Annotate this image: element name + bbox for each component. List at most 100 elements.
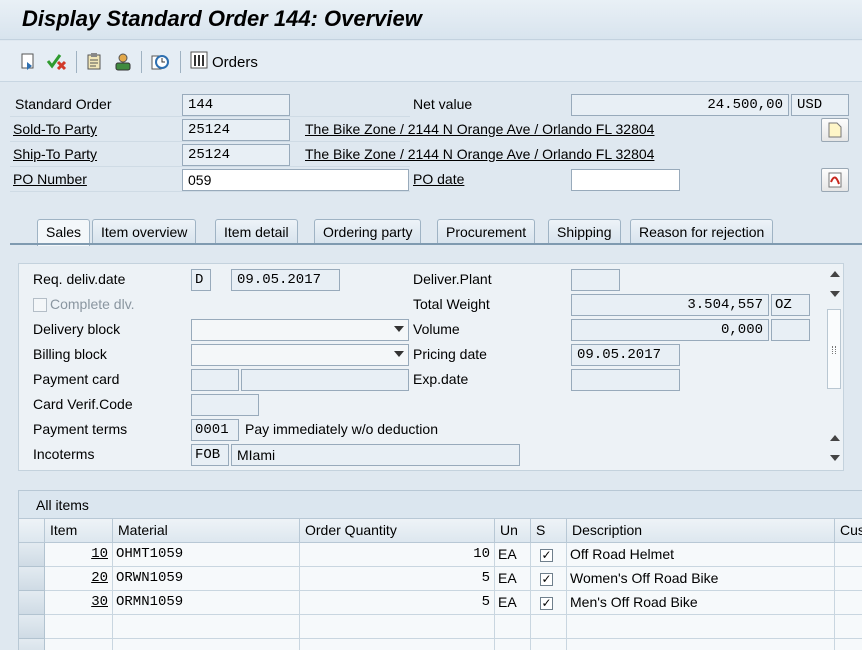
column-header-material[interactable]: Material	[113, 519, 300, 543]
complete-dlv-checkbox[interactable]	[33, 298, 47, 312]
req-deliv-date-field[interactable]: 09.05.2017	[231, 269, 340, 291]
tab-shipping[interactable]: Shipping	[548, 219, 621, 244]
pdf-button[interactable]	[821, 168, 849, 192]
ship-to-address-link[interactable]: The Bike Zone / 2144 N Orange Ave / Orla…	[305, 146, 654, 162]
table-cell-unit[interactable]: EA	[495, 543, 531, 567]
table-cell-empty[interactable]	[300, 615, 495, 639]
table-cell-empty[interactable]	[567, 639, 835, 650]
tab-reason-for-rejection[interactable]: Reason for rejection	[630, 219, 774, 244]
ship-to-party-field[interactable]: 25124	[182, 144, 290, 166]
select-all-header[interactable]	[19, 519, 45, 543]
table-cell-empty[interactable]	[45, 615, 113, 639]
table-cell-order-quantity[interactable]: 5	[300, 591, 495, 615]
table-cell-empty[interactable]	[495, 639, 531, 650]
table-cell-item[interactable]: 30	[45, 591, 113, 615]
sold-to-address-link[interactable]: The Bike Zone / 2144 N Orange Ave / Orla…	[305, 121, 654, 137]
table-cell-customer[interactable]	[835, 567, 862, 591]
billing-block-dropdown[interactable]	[191, 344, 409, 366]
column-header-unit[interactable]: Un	[495, 519, 531, 543]
table-cell-unit[interactable]: EA	[495, 567, 531, 591]
pricing-date-field[interactable]: 09.05.2017	[571, 344, 680, 366]
table-cell-empty[interactable]	[113, 615, 300, 639]
tab-item-detail[interactable]: Item detail	[215, 219, 298, 244]
po-date-field[interactable]	[571, 169, 680, 191]
table-cell-customer[interactable]	[835, 591, 862, 615]
scroll-thumb[interactable]	[827, 309, 841, 389]
total-weight-field[interactable]: 3.504,557	[571, 294, 769, 316]
req-deliv-date-unit-field[interactable]: D	[191, 269, 211, 291]
scroll-up-icon[interactable]	[830, 435, 840, 441]
tab-procurement[interactable]: Procurement	[437, 219, 536, 244]
po-date-label[interactable]: PO date	[413, 171, 464, 187]
table-cell-empty[interactable]	[835, 615, 862, 639]
po-number-label[interactable]: PO Number	[13, 171, 87, 187]
card-verif-code-field[interactable]	[191, 394, 259, 416]
panel-scrollbar[interactable]	[826, 265, 842, 469]
row-selector[interactable]	[19, 615, 45, 639]
table-cell-material[interactable]: ORWN1059	[113, 567, 300, 591]
table-cell-unit[interactable]: EA	[495, 591, 531, 615]
incoterms-code-field[interactable]: FOB	[191, 444, 229, 466]
row-selector[interactable]	[19, 567, 45, 591]
table-cell-empty[interactable]	[300, 639, 495, 650]
volume-field[interactable]: 0,000	[571, 319, 769, 341]
checkbox-checked-icon[interactable]: ✓	[540, 549, 553, 562]
ship-to-party-label[interactable]: Ship-To Party	[13, 146, 97, 162]
table-cell-material[interactable]: ORMN1059	[113, 591, 300, 615]
table-cell-s[interactable]: ✓	[531, 591, 567, 615]
tab-item-overview[interactable]: Item overview	[92, 219, 197, 244]
table-cell-item[interactable]: 10	[45, 543, 113, 567]
standard-order-field[interactable]: 144	[182, 94, 290, 116]
table-cell-s[interactable]: ✓	[531, 567, 567, 591]
table-cell-empty[interactable]	[531, 639, 567, 650]
net-value-field[interactable]: 24.500,00	[571, 94, 789, 116]
delivery-block-dropdown[interactable]	[191, 319, 409, 341]
checkbox-checked-icon[interactable]: ✓	[540, 573, 553, 586]
row-selector[interactable]	[19, 543, 45, 567]
column-header-item[interactable]: Item	[45, 519, 113, 543]
total-weight-unit-field[interactable]: OZ	[771, 294, 810, 316]
checkbox-checked-icon[interactable]: ✓	[540, 597, 553, 610]
document-icon[interactable]	[84, 51, 106, 73]
table-cell-empty[interactable]	[835, 639, 862, 650]
document-note-button[interactable]	[821, 118, 849, 142]
sold-to-party-field[interactable]: 25124	[182, 119, 290, 141]
person-icon[interactable]	[112, 51, 134, 73]
sold-to-party-label[interactable]: Sold-To Party	[13, 121, 97, 137]
table-cell-empty[interactable]	[113, 639, 300, 650]
check-cancel-icon[interactable]	[46, 51, 68, 73]
column-header-s[interactable]: S	[531, 519, 567, 543]
row-selector[interactable]	[19, 639, 45, 650]
column-header-customer[interactable]: Cust	[835, 519, 862, 543]
table-cell-order-quantity[interactable]: 10	[300, 543, 495, 567]
display-change-icon[interactable]	[18, 51, 40, 73]
table-cell-customer[interactable]	[835, 543, 862, 567]
table-cell-description[interactable]: Off Road Helmet	[567, 543, 835, 567]
exp-date-field[interactable]	[571, 369, 680, 391]
table-cell-material[interactable]: OHMT1059	[113, 543, 300, 567]
volume-unit-field[interactable]	[771, 319, 810, 341]
clock-icon[interactable]	[149, 51, 171, 73]
incoterms-text-field[interactable]: MIami	[231, 444, 520, 466]
scroll-down-icon[interactable]	[830, 291, 840, 297]
column-header-order-quantity[interactable]: Order Quantity	[300, 519, 495, 543]
tab-sales[interactable]: Sales	[37, 219, 91, 246]
scroll-down-icon[interactable]	[830, 455, 840, 461]
row-selector[interactable]	[19, 591, 45, 615]
tab-ordering-party[interactable]: Ordering party	[314, 219, 422, 244]
table-cell-description[interactable]: Women's Off Road Bike	[567, 567, 835, 591]
table-cell-s[interactable]: ✓	[531, 543, 567, 567]
column-header-description[interactable]: Description	[567, 519, 835, 543]
currency-field[interactable]: USD	[791, 94, 849, 116]
payment-card-number-field[interactable]	[241, 369, 409, 391]
table-cell-empty[interactable]	[567, 615, 835, 639]
table-cell-empty[interactable]	[45, 639, 113, 650]
payment-terms-field[interactable]: 0001	[191, 419, 239, 441]
table-cell-item[interactable]: 20	[45, 567, 113, 591]
table-cell-empty[interactable]	[531, 615, 567, 639]
orders-button[interactable]: Orders	[190, 50, 258, 74]
payment-card-type-field[interactable]	[191, 369, 239, 391]
table-cell-empty[interactable]	[495, 615, 531, 639]
table-cell-description[interactable]: Men's Off Road Bike	[567, 591, 835, 615]
scroll-up-icon[interactable]	[830, 271, 840, 277]
